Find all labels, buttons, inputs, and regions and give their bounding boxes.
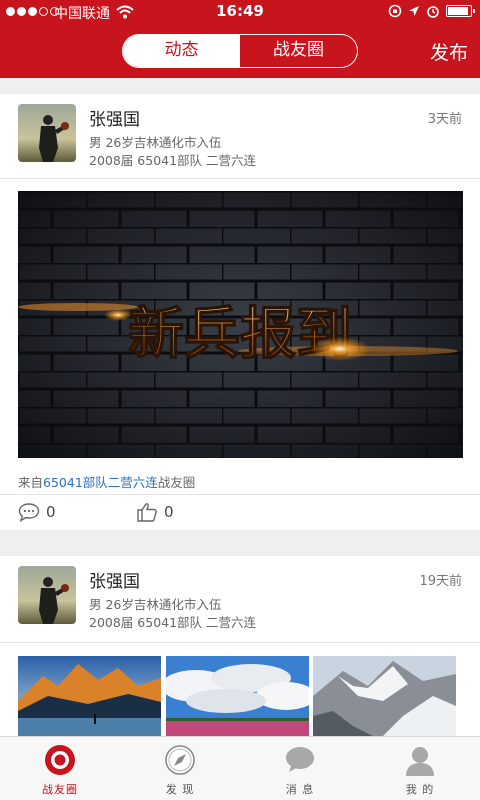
author-info: 男 26岁吉林通化市入伍 <box>89 135 222 150</box>
status-bar: 中国联通 16:49 <box>0 0 480 24</box>
author-info: 男 26岁吉林通化市入伍 <box>89 597 222 612</box>
post-source-prefix: 来自 <box>18 475 44 490</box>
like-count: 0 <box>164 503 174 521</box>
feed-segment-control: 动态 战友圈 <box>122 34 358 68</box>
post-card: 张强国 3天前 男 26岁吉林通化市入伍 2008届 65041部队 二营六连 <box>0 94 480 530</box>
tab-label: 我 的 <box>405 783 435 796</box>
post-source-link[interactable]: 65041部队二营六连 <box>43 475 158 490</box>
bottom-tab-bar: 战友圈 发 现 消 息 我 的 <box>0 736 480 800</box>
avatar[interactable] <box>18 566 76 624</box>
tab-label: 发 现 <box>165 783 195 796</box>
tab-comrade-circle[interactable]: 战友圈 <box>240 35 357 67</box>
author-unit: 2008届 65041部队 二营六连 <box>89 153 257 168</box>
author-name[interactable]: 张强国 <box>89 105 140 130</box>
post-photo[interactable] <box>18 656 161 736</box>
tab-profile[interactable]: 我 的 <box>360 737 480 800</box>
comment-count: 0 <box>46 503 56 521</box>
divider <box>0 642 480 643</box>
divider <box>0 178 480 179</box>
alarm-icon <box>427 6 439 18</box>
post-source-suffix: 战友圈 <box>157 475 196 490</box>
tab-dynamic[interactable]: 动态 <box>123 35 240 67</box>
tab-messages[interactable]: 消 息 <box>240 737 360 800</box>
post-image[interactable]: 新兵报到 <box>18 191 463 458</box>
publish-button[interactable]: 发布 <box>430 38 468 65</box>
divider <box>0 494 480 495</box>
tab-comrade-circle-nav[interactable]: 战友圈 <box>0 737 120 800</box>
tab-discover[interactable]: 发 现 <box>120 737 240 800</box>
like-button[interactable]: 0 <box>136 502 174 522</box>
tab-label: 战友圈 <box>42 783 78 796</box>
circle-target-icon <box>45 745 75 775</box>
compass-icon <box>165 745 195 775</box>
post-photo[interactable] <box>313 656 456 736</box>
post-card: 张强国 19天前 男 26岁吉林通化市入伍 2008届 65041部队 二营六连 <box>0 556 480 736</box>
post-source: 来自65041部队二营六连战友圈 <box>18 472 195 491</box>
tab-label: 消 息 <box>285 783 315 796</box>
thumbs-up-icon <box>137 503 157 522</box>
author-name[interactable]: 张强国 <box>89 567 140 592</box>
post-time: 3天前 <box>427 112 462 127</box>
person-icon <box>406 747 434 776</box>
author-unit: 2008届 65041部队 二营六连 <box>89 615 257 630</box>
top-bar: 中国联通 16:49 动态 战友圈 发布 <box>0 0 480 78</box>
comment-icon <box>18 503 40 522</box>
location-icon <box>409 6 419 16</box>
battery-icon <box>446 5 475 17</box>
rotation-lock-icon <box>388 4 402 18</box>
avatar[interactable] <box>18 104 76 162</box>
post-photo[interactable] <box>166 656 309 736</box>
comment-button[interactable]: 0 <box>18 502 56 522</box>
post-time: 19天前 <box>419 574 462 589</box>
chat-bubble-icon <box>286 747 314 772</box>
